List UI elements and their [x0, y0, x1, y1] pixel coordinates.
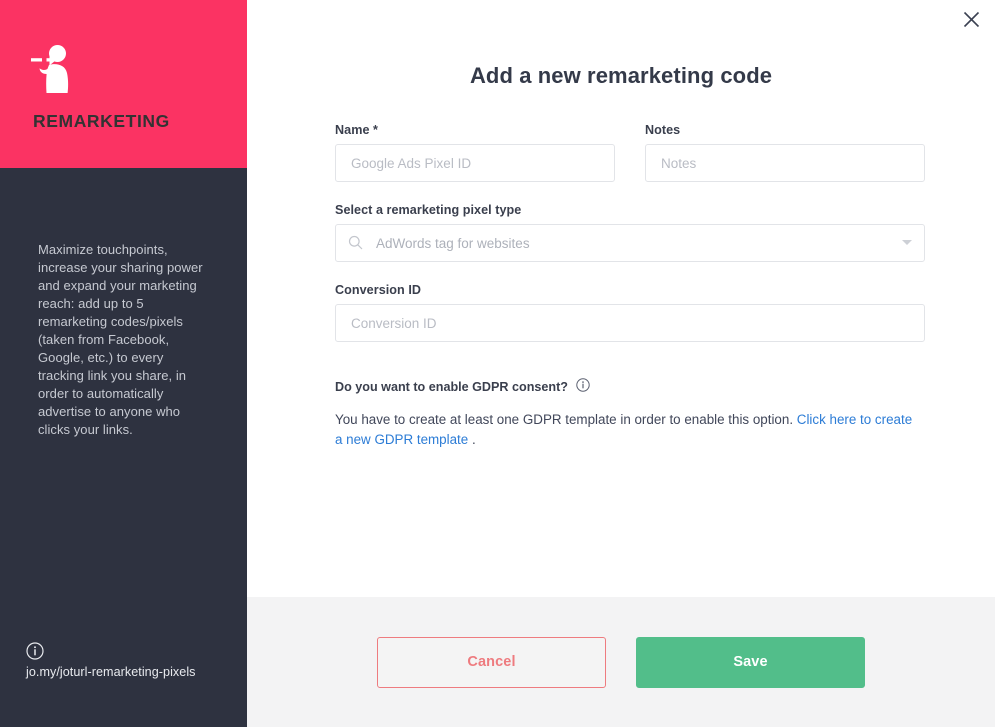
person-target-icon [29, 44, 75, 94]
sidebar-header: REMARKETING [0, 0, 247, 168]
close-button[interactable] [956, 7, 986, 35]
name-field-group: Name * [335, 123, 615, 182]
name-input[interactable] [335, 144, 615, 182]
gdpr-notice-suffix: . [468, 432, 476, 447]
help-link[interactable]: jo.my/joturl-remarketing-pixels [26, 665, 226, 679]
pixel-type-select-value[interactable]: AdWords tag for websites [335, 224, 925, 262]
brand-title: REMARKETING [33, 111, 170, 131]
conversion-id-input[interactable] [335, 304, 925, 342]
gdpr-question-row: Do you want to enable GDPR consent? [335, 378, 925, 395]
info-circle-icon[interactable] [576, 378, 590, 395]
save-button[interactable]: Save [636, 636, 865, 688]
page-title: Add a new remarketing code [469, 63, 773, 88]
sidebar-description: Maximize touchpoints, increase your shar… [38, 242, 203, 437]
pixel-type-label: Select a remarketing pixel type [335, 203, 522, 217]
pixel-type-select[interactable]: AdWords tag for websites [335, 224, 925, 262]
close-icon [963, 11, 980, 31]
gdpr-question: Do you want to enable GDPR consent? [335, 379, 569, 394]
conversion-id-label: Conversion ID [335, 283, 422, 297]
modal-footer: Cancel Save [247, 597, 995, 727]
notes-field-group: Notes [645, 123, 925, 182]
form: Name * Notes Select a remarketing pixel … [335, 123, 925, 450]
cancel-button[interactable]: Cancel [377, 636, 606, 688]
remarketing-code-modal: REMARKETING Maximize touchpoints, increa… [0, 0, 995, 727]
conversion-id-field-group: Conversion ID [335, 283, 925, 342]
notes-input[interactable] [645, 144, 925, 182]
gdpr-section: Do you want to enable GDPR consent? You … [335, 378, 925, 450]
name-label: Name * [335, 123, 379, 137]
modal-body: Add a new remarketing code Name * Notes … [247, 0, 995, 727]
name-notes-row: Name * Notes [335, 123, 925, 182]
sidebar: REMARKETING Maximize touchpoints, increa… [0, 0, 247, 727]
notes-label: Notes [645, 123, 681, 137]
gdpr-notice: You have to create at least one GDPR tem… [335, 410, 913, 450]
info-circle-icon [26, 642, 44, 664]
gdpr-notice-prefix: You have to create at least one GDPR tem… [335, 412, 797, 427]
pixel-type-field-group: Select a remarketing pixel type AdWords … [335, 203, 925, 262]
sidebar-footer: jo.my/joturl-remarketing-pixels [26, 642, 226, 679]
